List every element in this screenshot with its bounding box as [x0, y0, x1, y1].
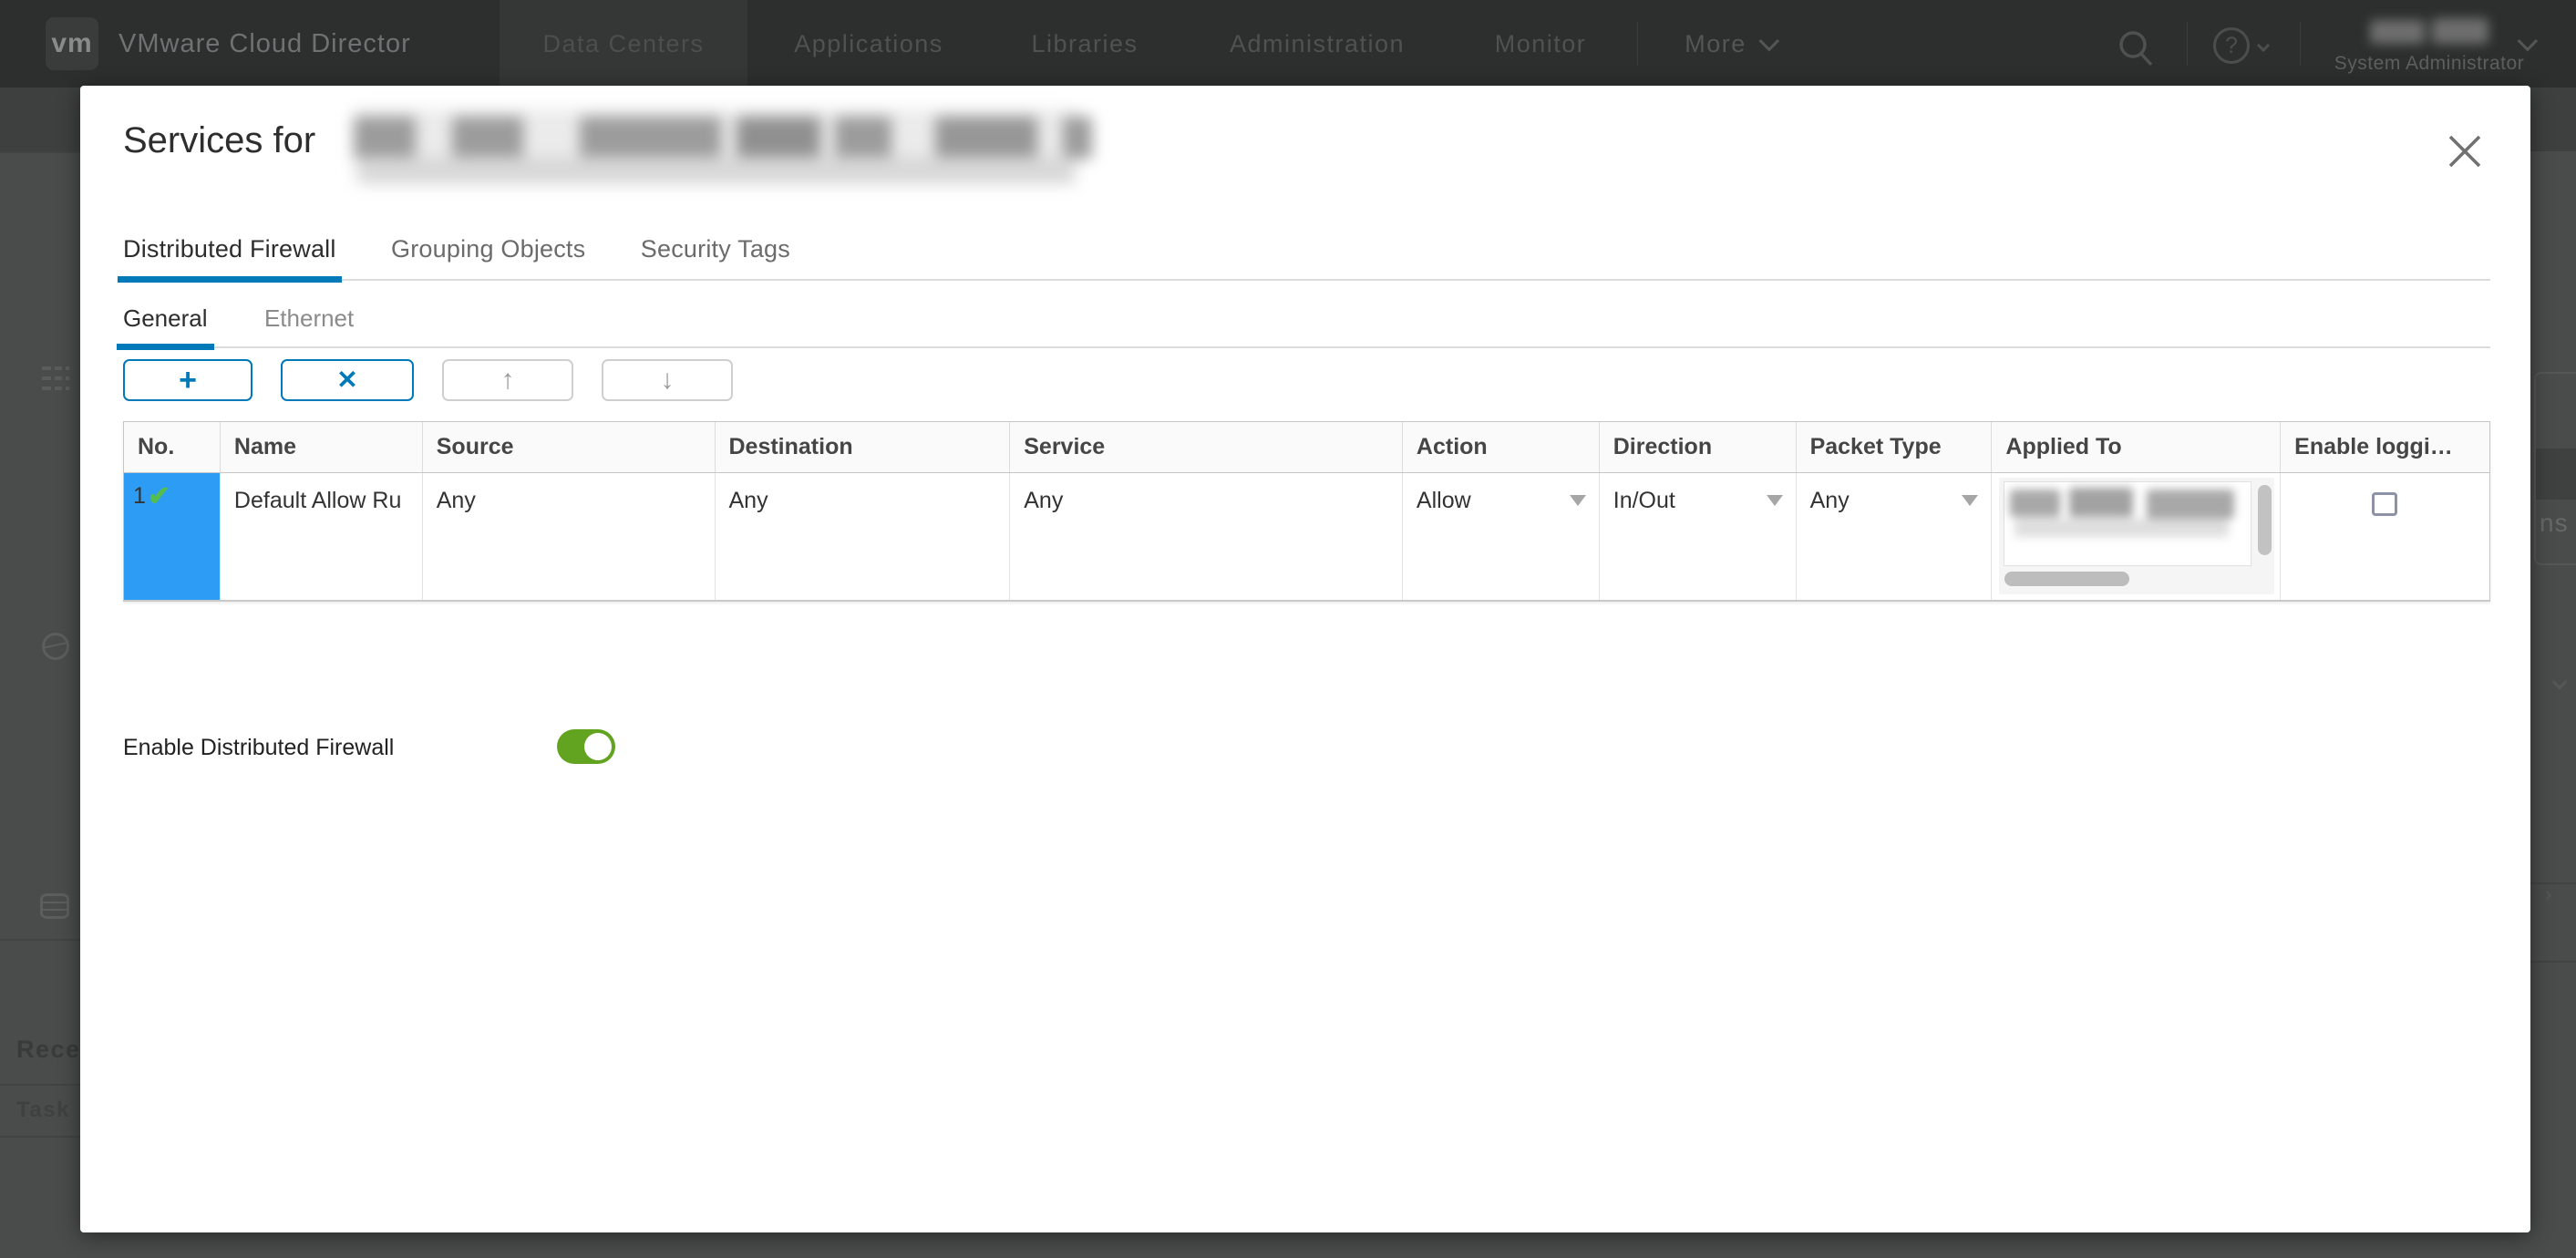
- background-subheader: [0, 88, 80, 151]
- dialog-tabs: Distributed Firewall Grouping Objects Se…: [123, 222, 2490, 281]
- rule-number: 1: [133, 483, 146, 509]
- delete-rule-button[interactable]: ✕: [281, 359, 414, 401]
- nav-item-data-centers[interactable]: Data Centers: [500, 0, 747, 88]
- rule-number-cell[interactable]: 1✔: [124, 473, 221, 600]
- column-header-no: No.: [124, 422, 221, 472]
- toggle-knob: [584, 733, 612, 760]
- column-header-destination: Destination: [716, 422, 1011, 472]
- divider: [0, 1136, 80, 1138]
- dropdown-caret-icon: [1962, 495, 1978, 506]
- rule-action-select[interactable]: Allow: [1403, 473, 1600, 600]
- column-header-action: Action: [1403, 422, 1600, 472]
- tab-grouping-objects[interactable]: Grouping Objects: [391, 222, 585, 281]
- background-subheader: [2529, 88, 2576, 151]
- more-label: More: [1685, 30, 1747, 58]
- rule-name-cell[interactable]: Default Allow Ru: [221, 473, 423, 600]
- divider: [2529, 961, 2576, 963]
- username-redacted: [2370, 16, 2488, 47]
- applied-to-scrollpane[interactable]: [1999, 478, 2274, 594]
- chevron-down-icon: [2552, 675, 2568, 690]
- top-nav: vm VMware Cloud Director Data Centers Ap…: [0, 0, 2576, 88]
- rule-destination-cell[interactable]: Any: [716, 473, 1011, 600]
- dropdown-caret-icon: [1767, 495, 1783, 506]
- vertical-scrollbar-thumb[interactable]: [2258, 485, 2272, 555]
- column-header-applied-to: Applied To: [1992, 422, 2281, 472]
- column-header-source: Source: [423, 422, 716, 472]
- dialog-title: Services for: [123, 120, 315, 161]
- move-rule-down-button[interactable]: ↓: [602, 359, 733, 401]
- dropdown-caret-icon: [1570, 495, 1586, 506]
- background-page-right: ns ›: [2529, 88, 2576, 1258]
- rule-applied-to-cell[interactable]: [1992, 473, 2281, 600]
- enable-logging-checkbox[interactable]: [2372, 492, 2397, 516]
- check-icon: ✔: [148, 481, 170, 511]
- nav-item-administration[interactable]: Administration: [1212, 0, 1422, 88]
- column-header-name: Name: [221, 422, 423, 472]
- table-header-row: No. Name Source Destination Service Acti…: [124, 422, 2489, 473]
- vmware-logo: vm: [46, 17, 98, 70]
- applied-to-list: [2004, 481, 2251, 566]
- close-icon[interactable]: [2443, 129, 2487, 173]
- move-rule-up-button[interactable]: ↑: [442, 359, 573, 401]
- enable-distributed-firewall-toggle[interactable]: [557, 729, 615, 764]
- nav-item-libraries[interactable]: Libraries: [1012, 0, 1158, 88]
- rule-direction-select[interactable]: In/Out: [1600, 473, 1797, 600]
- column-header-enable-logging: Enable loggi…: [2281, 422, 2489, 472]
- subtab-ethernet[interactable]: Ethernet: [264, 297, 354, 348]
- column-header-packet-type: Packet Type: [1797, 422, 1993, 472]
- nav-divider: [2300, 22, 2301, 66]
- nav-divider: [2187, 22, 2188, 66]
- screen: vm VMware Cloud Director Data Centers Ap…: [0, 0, 2576, 1258]
- table-row[interactable]: 1✔ Default Allow Ru Any Any Any Allow In…: [124, 473, 2489, 600]
- edge-gateway-name-redacted: [354, 102, 1097, 198]
- nav-item-monitor[interactable]: Monitor: [1477, 0, 1604, 88]
- nav-item-more[interactable]: More: [1661, 0, 1798, 88]
- recent-tasks-label-fragment: Rece: [16, 1036, 81, 1064]
- firewall-subtabs: General Ethernet: [123, 297, 2490, 348]
- user-role-label: System Administrator: [2334, 53, 2525, 75]
- subtab-general[interactable]: General: [123, 297, 208, 348]
- divider: [0, 939, 80, 941]
- firewall-rules-table: No. Name Source Destination Service Acti…: [123, 421, 2490, 602]
- rule-service-cell[interactable]: Any: [1010, 473, 1403, 600]
- user-menu[interactable]: System Administrator: [2334, 0, 2525, 88]
- divider: [0, 151, 80, 153]
- actions-button-fragment: ns: [2540, 509, 2569, 538]
- tab-distributed-firewall[interactable]: Distributed Firewall: [123, 222, 336, 281]
- rule-enable-logging-cell: [2281, 473, 2489, 600]
- divider: [2529, 882, 2576, 884]
- applied-to-value-redacted: [2010, 484, 2240, 539]
- action-value: Allow: [1417, 488, 1471, 513]
- divider: [0, 1084, 80, 1086]
- chevron-down-icon: [1758, 31, 1779, 52]
- nav-item-applications[interactable]: Applications: [782, 0, 955, 88]
- background-button: [2536, 449, 2576, 500]
- help-menu[interactable]: ?: [2213, 27, 2268, 64]
- grid-icon: [42, 366, 69, 390]
- column-header-direction: Direction: [1600, 422, 1797, 472]
- task-column-label-fragment: Task: [16, 1098, 70, 1123]
- help-icon: ?: [2213, 27, 2250, 64]
- chevron-icon: ›: [2545, 882, 2551, 906]
- services-dialog: Services for Distributed Firewall Groupi…: [80, 86, 2530, 1232]
- packet-type-value: Any: [1810, 488, 1850, 513]
- app-title: VMware Cloud Director: [118, 0, 411, 88]
- horizontal-scrollbar-thumb[interactable]: [2004, 572, 2129, 586]
- background-page-left: Rece Task: [0, 88, 80, 1258]
- direction-value: In/Out: [1613, 488, 1675, 513]
- search-icon[interactable]: [2117, 29, 2157, 69]
- rule-packet-type-select[interactable]: Any: [1797, 473, 1993, 600]
- column-header-service: Service: [1010, 422, 1403, 472]
- database-icon: [40, 893, 69, 919]
- enable-distributed-firewall-label: Enable Distributed Firewall: [123, 735, 394, 761]
- rule-source-cell[interactable]: Any: [423, 473, 716, 600]
- nav-divider: [1637, 22, 1638, 66]
- chevron-down-icon: [2257, 39, 2270, 52]
- network-icon: [42, 633, 69, 660]
- tab-security-tags[interactable]: Security Tags: [641, 222, 790, 281]
- add-rule-button[interactable]: +: [123, 359, 252, 401]
